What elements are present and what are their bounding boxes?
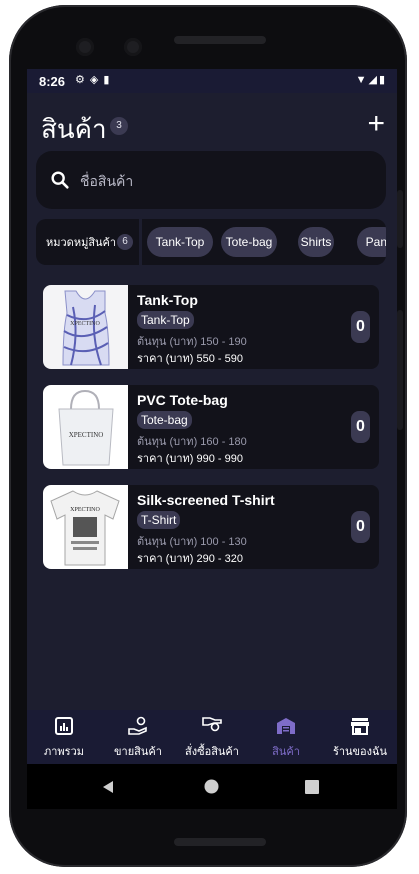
nav-label: ร้านของฉัน (332, 746, 388, 758)
volume-button (397, 310, 403, 430)
search-input[interactable]: ชื่อสินค้า (80, 171, 133, 193)
bottom-navigation: ภาพรวม ขายสินค้า สั่งซื้อสินค้า สินค้า ร… (27, 710, 397, 764)
product-cost: ต้นทุน (บาท) 150 - 190 (137, 336, 247, 348)
product-card-tank-top[interactable]: XPECTINO Tank-Top Tank-Top ต้นทุน (บาท) … (43, 285, 379, 369)
product-image-tote-bag: XPECTINO (43, 385, 128, 469)
product-price: ราคา (บาท) 990 - 990 (137, 453, 243, 465)
tote-bag-brand-text: XPECTINO (69, 431, 104, 439)
status-time: 8:26 (39, 74, 66, 89)
dashboard-chart-icon (55, 717, 73, 735)
nav-label: ขายสินค้า (114, 746, 162, 758)
search-icon (51, 171, 69, 189)
product-card-tote-bag[interactable]: XPECTINO PVC Tote-bag Tote-bag ต้นทุน (บ… (43, 385, 379, 469)
add-product-button[interactable]: + (367, 109, 385, 139)
product-tag: Tote-bag (137, 411, 192, 429)
recents-icon[interactable] (305, 780, 319, 794)
t-shirt-brand-text: XPECTINO (70, 507, 100, 513)
product-name: PVC Tote-bag (137, 392, 228, 408)
back-icon[interactable] (101, 780, 115, 794)
product-quantity: 0 (351, 311, 370, 343)
category-chip-tote-bag[interactable]: Tote-bag (221, 227, 277, 257)
status-signal-icons: ▼◢▮ (355, 74, 387, 86)
product-cost: ต้นทุน (บาท) 160 - 180 (137, 436, 247, 448)
product-cost: ต้นทุน (บาท) 100 - 130 (137, 536, 247, 548)
product-image-tank-top: XPECTINO (43, 285, 128, 369)
store-icon (351, 718, 369, 735)
nav-label: ภาพรวม (43, 746, 84, 758)
category-chip-tank-top[interactable]: Tank-Top (147, 227, 213, 257)
search-bar[interactable]: ชื่อสินค้า (36, 151, 386, 209)
product-card-t-shirt[interactable]: XPECTINO Silk-screened T-shirt T-Shirt ต… (43, 485, 379, 569)
hand-coin-icon (128, 716, 147, 735)
category-count-badge: 6 (117, 234, 133, 250)
product-tag: Tank-Top (137, 311, 194, 329)
page-title: สินค้า (41, 114, 107, 144)
category-filter: หมวดหมู่สินค้า 6 Tank-Top Tote-bag Shirt… (36, 219, 386, 265)
product-quantity: 0 (351, 511, 370, 543)
nav-item-my-shop[interactable]: ร้านของฉัน (323, 710, 397, 764)
status-bar: 8:26 ⚙◈▮ ▼◢▮ (27, 69, 397, 93)
front-sensor (124, 38, 142, 56)
tank-top-brand-text: XPECTINO (70, 321, 100, 327)
product-name: Silk-screened T-shirt (137, 492, 275, 508)
category-chip-shirts[interactable]: Shirts (298, 227, 334, 257)
product-price: ราคา (บาท) 290 - 320 (137, 553, 243, 565)
nav-item-overview[interactable]: ภาพรวม (27, 710, 101, 764)
app-screen: 8:26 ⚙◈▮ ▼◢▮ สินค้า 3 + ชื่อสินค้า หมวดห… (27, 69, 397, 809)
nav-item-sell[interactable]: ขายสินค้า (101, 710, 175, 764)
product-price: ราคา (บาท) 550 - 590 (137, 353, 243, 365)
category-chip-pant[interactable]: Pant (357, 227, 386, 257)
bottom-speaker (174, 838, 266, 846)
status-notification-icons: ⚙◈▮ (75, 74, 115, 86)
nav-item-order[interactable]: สั่งซื้อสินค้า (175, 710, 249, 764)
system-navigation-bar (27, 764, 397, 809)
nav-label: สินค้า (272, 746, 300, 758)
product-tag: T-Shirt (137, 511, 181, 529)
product-count-badge: 3 (110, 117, 128, 135)
category-label: หมวดหมู่สินค้า (46, 237, 117, 249)
hand-payment-icon (202, 717, 222, 732)
warehouse-icon (277, 718, 295, 734)
product-image-t-shirt: XPECTINO (43, 485, 128, 569)
category-divider (139, 219, 142, 265)
earpiece (174, 36, 266, 44)
home-icon[interactable] (204, 779, 219, 794)
power-button (397, 190, 403, 248)
nav-item-products[interactable]: สินค้า (249, 710, 323, 764)
nav-label: สั่งซื้อสินค้า (185, 746, 239, 758)
product-name: Tank-Top (137, 292, 198, 308)
front-camera (76, 38, 94, 56)
product-quantity: 0 (351, 411, 370, 443)
